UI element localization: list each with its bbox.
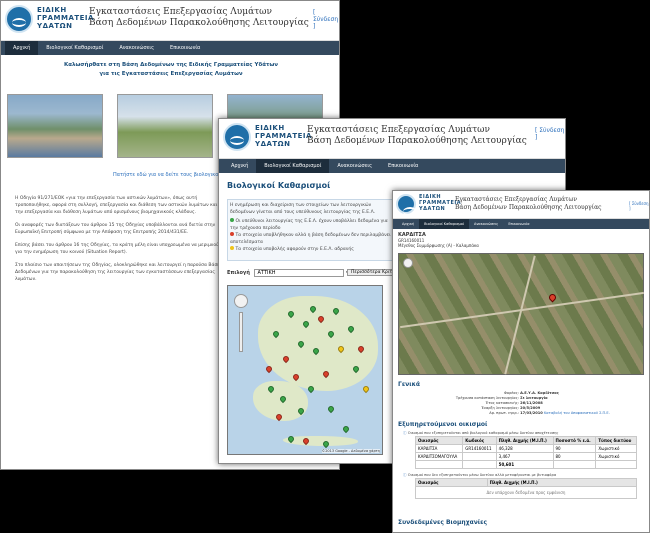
general-row: Αρ. πρωτ. εγκρ.: 17/03/2010 Καταβολή του… <box>489 411 610 415</box>
trucked-table: Οικισμός Πληθ. Αιχμής (Μ.Ι.Π.) Δεν υπάρχ… <box>415 478 638 499</box>
general-heading: Γενικά <box>398 381 420 388</box>
nav-home[interactable]: Αρχική <box>5 41 39 55</box>
info-box: Η ενημέρωση και διαχείριση των στοιχείων… <box>227 199 397 261</box>
info-text: Η ενημέρωση και διαχείριση των στοιχείων… <box>230 203 376 215</box>
welcome-heading: Καλωσήρθατε στη Βάση Δεδομένων της Ειδικ… <box>63 62 279 77</box>
served-heading: Εξυπηρετούμενοι οικισμοί <box>398 421 488 428</box>
nav-contact[interactable]: Επικοινωνία <box>503 222 534 226</box>
site-header: ΕΙΔΙΚΗ ΓΡΑΜΜΑΤΕΙΑ ΥΔΑΤΩΝ Εγκαταστάσεις Ε… <box>219 119 565 159</box>
site-header: ΕΙΔΙΚΗ ΓΡΑΜΜΑΤΕΙΑ ΥΔΑΤΩΝ Εγκαταστάσεις Ε… <box>393 191 649 219</box>
page-title: Βιολογικοί Καθαρισμοί <box>227 181 331 190</box>
yellow-pin-icon <box>230 246 234 250</box>
water-drop-logo-icon <box>5 5 33 33</box>
water-drop-logo-icon <box>223 123 251 151</box>
satellite-map[interactable] <box>398 253 644 375</box>
region-select[interactable]: ΑΤΤΙΚΗ <box>254 269 345 277</box>
nav-contact[interactable]: Επικοινωνία <box>380 163 426 169</box>
nav-plants[interactable]: Βιολογικοί Καθαρισμοί <box>38 45 111 51</box>
zoom-control[interactable] <box>403 258 413 268</box>
main-nav: Αρχική Βιολογικοί Καθαρισμοί Ανακοινώσει… <box>1 41 339 55</box>
nav-announcements[interactable]: Ανακοινώσεις <box>111 45 162 51</box>
plant-subtitle: Μέγεθος Συμμόρφωσης (Α) - Καλαμπάκα <box>398 243 479 248</box>
red-pin-icon <box>230 232 234 236</box>
map-land-mainland <box>258 296 378 391</box>
served-table: Οικισμός Κωδικός Πληθ. Αιχμής (Μ.Ι.Π.) Π… <box>414 436 637 469</box>
nav-contact[interactable]: Επικοινωνία <box>162 45 208 51</box>
login-link[interactable]: [ Σύνδεση ] <box>535 127 565 141</box>
plant-marker-icon <box>547 292 558 303</box>
served-panel: ⓘ Οικισμοί που εξυπηρετούνται από βιολογ… <box>403 431 643 499</box>
legend-yellow: Τα στοιχεία υποβολής αφορούν στην Ε.Ε.Λ.… <box>230 246 394 253</box>
org-name: ΕΙΔΙΚΗ ΓΡΑΜΜΑΤΕΙΑ ΥΔΑΤΩΝ <box>255 124 312 148</box>
intro-text: Η Οδηγία 91/271/ΕΟΚ «για την επεξεργασία… <box>15 196 222 282</box>
nav-home[interactable]: Αρχική <box>223 163 256 169</box>
nav-announcements[interactable]: Ανακοινώσεις <box>329 163 380 169</box>
info-icon: ⓘ <box>403 473 407 477</box>
nav-plants[interactable]: Βιολογικοί Καθαρισμοί <box>256 159 330 173</box>
table-empty-row: Δεν υπάρχουν δεδομένα προς εμφάνιση <box>415 486 637 499</box>
table-header-row: Οικισμός Πληθ. Αιχμής (Μ.Ι.Π.) <box>415 478 638 487</box>
plant-photo-tanks <box>117 94 213 158</box>
table-header-row: Οικισμός Κωδικός Πληθ. Αιχμής (Μ.Ι.Π.) Π… <box>414 436 637 445</box>
info-icon: ⓘ <box>403 431 407 435</box>
zoom-slider[interactable] <box>239 312 243 352</box>
legend-red: Τα στοιχεία υποβλήθηκαν αλλά η βάση δεδο… <box>230 232 391 245</box>
map-attribution: ©2013 Google - Δεδομένα χάρτη <box>321 449 380 453</box>
plant-photo-aerial <box>7 94 103 158</box>
yellow-pin-icon[interactable] <box>361 384 371 394</box>
plants-map[interactable]: ©2013 Google - Δεδομένα χάρτη <box>227 285 383 455</box>
filter-label: Επιλογή <box>227 270 250 276</box>
main-nav: Αρχική Βιολογικοί Καθαρισμοί Ανακοινώσει… <box>393 219 649 229</box>
nav-home[interactable]: Αρχική <box>397 222 419 226</box>
green-pin-icon[interactable] <box>326 404 336 414</box>
login-link[interactable]: [ Σύνδεση ] <box>629 201 649 211</box>
map-road <box>504 255 536 375</box>
app-title: Εγκαταστάσεις Επεξεργασίας Λυμάτων Βάση … <box>455 196 602 211</box>
app-title: Εγκαταστάσεις Επεξεργασίας Λυμάτων Βάση … <box>307 125 527 146</box>
water-drop-logo-icon <box>396 194 417 216</box>
plant-header: ΚΑΡΔΙΤΣΑ GR14160011 Μέγεθος Συμμόρφωσης … <box>398 233 479 249</box>
industries-heading: Συνδεδεμένες Βιομηχανίες <box>398 519 488 526</box>
table-row[interactable]: ΚΑΡΔΙΤΣΑ GR14160011 46,328 90 Χωριστικό <box>414 444 637 453</box>
zoom-control[interactable] <box>234 294 248 308</box>
green-pin-icon <box>230 218 234 222</box>
table-total-row: 50,601 <box>414 460 637 469</box>
main-nav: Αρχική Βιολογικοί Καθαρισμοί Ανακοινώσει… <box>219 159 565 173</box>
login-link[interactable]: [ Σύνδεση ] <box>313 9 339 30</box>
app-title: Εγκαταστάσεις Επεξεργασίας Λυμάτων Βάση … <box>89 7 309 28</box>
green-pin-icon[interactable] <box>341 424 351 434</box>
table-row[interactable]: ΚΑΡΔΙΤΣΟΜΑΓΟΥΛΑ 3,467 80 Χωριστικό <box>414 452 637 461</box>
nav-plants[interactable]: Βιολογικοί Καθαρισμοί <box>419 219 470 229</box>
window-plant-detail: ΕΙΔΙΚΗ ΓΡΑΜΜΑΤΕΙΑ ΥΔΑΤΩΝ Εγκαταστάσεις Ε… <box>392 190 650 533</box>
decision-link[interactable]: Καταβολή του Αποφασιστικού Σ.Π.Ε. <box>544 411 610 415</box>
legend-green: Οι υπεύθυνοι λειτουργίας της Ε.Ε.Λ. έχου… <box>230 218 388 231</box>
org-name: ΕΙΔΙΚΗ ΓΡΑΜΜΑΤΕΙΑ ΥΔΑΤΩΝ <box>37 6 94 30</box>
nav-announcements[interactable]: Ανακοινώσεις <box>469 222 503 226</box>
site-header: ΕΙΔΙΚΗ ΓΡΑΜΜΑΤΕΙΑ ΥΔΑΤΩΝ Εγκαταστάσεις Ε… <box>1 1 339 41</box>
general-info: Φορέας: Δ.Ε.Υ.Α. Καρδίτσας Τρέχουσα κατά… <box>433 391 643 416</box>
